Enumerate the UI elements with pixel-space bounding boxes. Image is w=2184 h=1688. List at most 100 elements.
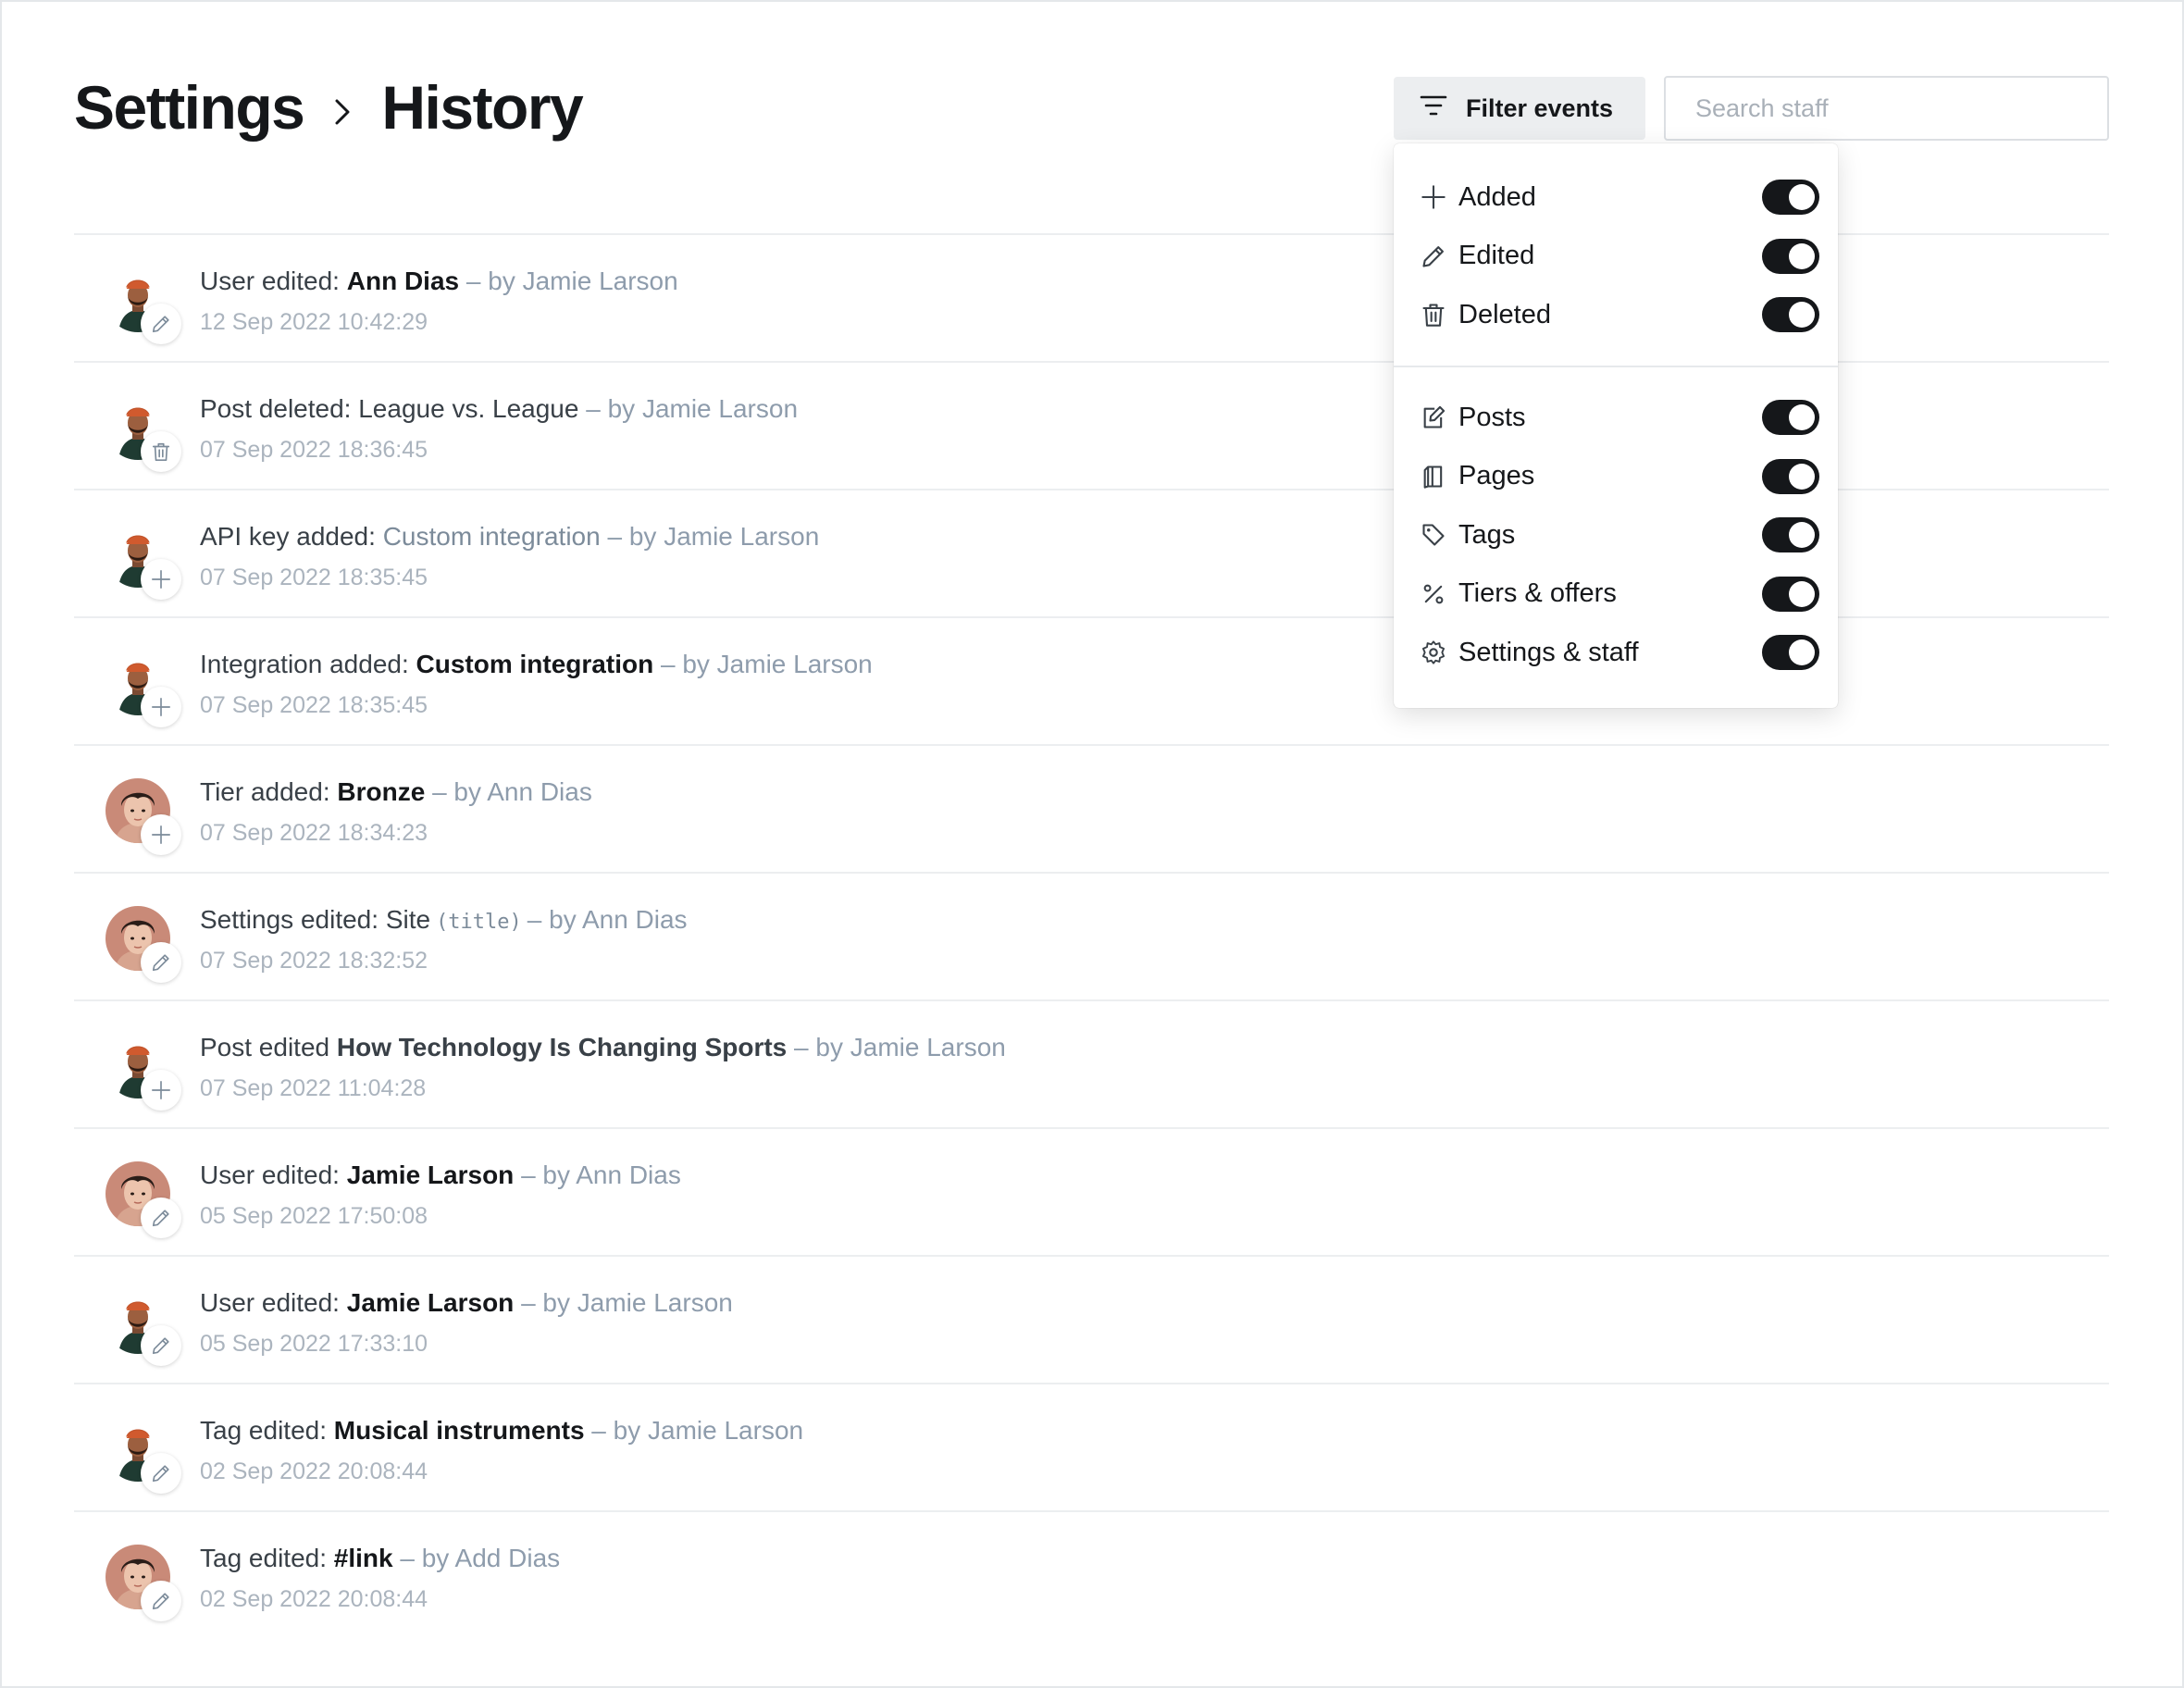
event-actor: – by Jamie Larson: [607, 522, 820, 551]
filter-toggle-posts[interactable]: [1762, 400, 1819, 435]
event-action: Post edited: [200, 1033, 337, 1061]
event-description: Post deleted: League vs. League – by Jam…: [200, 394, 798, 424]
filter-item-tiers-offers[interactable]: Tiers & offers: [1418, 568, 1819, 620]
event-action: API key added:: [200, 522, 383, 551]
event-actor: – by Jamie Larson: [660, 650, 873, 678]
event-timestamp: 07 Sep 2022 18:35:45: [200, 692, 428, 718]
event-actor: – by Jamie Larson: [521, 1288, 733, 1317]
event-actor: – by Ann Dias: [527, 905, 688, 934]
history-row: Tag edited: Musical instruments – by Jam…: [74, 1383, 2109, 1510]
event-timestamp: 02 Sep 2022 20:08:44: [200, 1458, 428, 1484]
pencil-icon: [141, 1581, 181, 1621]
event-actor: – by Ann Dias: [432, 777, 592, 806]
pencil-icon: [141, 942, 181, 983]
page-title: Settings History: [74, 68, 584, 146]
event-timestamp: 07 Sep 2022 18:36:45: [200, 437, 428, 463]
event-object: Site: [385, 905, 431, 934]
filter-icon: [1420, 94, 1447, 123]
plus-icon: [141, 687, 181, 727]
event-timestamp: 12 Sep 2022 10:42:29: [200, 309, 428, 335]
event-action: Settings edited:: [200, 905, 386, 934]
filter-item-edited[interactable]: Edited: [1418, 230, 1819, 282]
plus-icon: [141, 1070, 181, 1111]
breadcrumb-settings[interactable]: Settings: [74, 72, 305, 143]
event-description: Integration added: Custom integration – …: [200, 650, 873, 679]
history-row: Post edited How Technology Is Changing S…: [74, 999, 2109, 1127]
event-action: User edited:: [200, 267, 347, 295]
filter-item-label: Tiers & offers: [1458, 578, 1617, 609]
filter-toggle-added[interactable]: [1762, 180, 1819, 215]
history-row: User edited: Jamie Larson – by Jamie Lar…: [74, 1255, 2109, 1383]
event-description: User edited: Jamie Larson – by Jamie Lar…: [200, 1288, 733, 1318]
filter-item-pages[interactable]: Pages: [1418, 451, 1819, 503]
event-description: User edited: Jamie Larson – by Ann Dias: [200, 1160, 681, 1190]
event-timestamp: 07 Sep 2022 18:35:45: [200, 565, 428, 590]
history-row: Tag edited: #link – by Add Dias 02 Sep 20…: [74, 1510, 2109, 1638]
history-row: User edited: Jamie Larson – by Ann Dias 0…: [74, 1127, 2109, 1255]
filter-item-deleted[interactable]: Deleted: [1418, 289, 1819, 341]
event-object: League vs. League: [358, 394, 579, 423]
event-object[interactable]: Custom integration: [383, 522, 601, 551]
plus-icon: [1418, 181, 1449, 213]
dropdown-divider: [1394, 366, 1838, 367]
plus-icon: [141, 814, 181, 855]
event-object: How Technology Is Changing Sports: [336, 1033, 788, 1061]
filter-item-label: Added: [1458, 181, 1536, 212]
trash-icon: [141, 431, 181, 472]
event-action: Post deleted:: [200, 394, 359, 423]
filter-toggle-settings-staff[interactable]: [1762, 635, 1819, 671]
event-actor: – by Add Dias: [400, 1544, 561, 1572]
event-object: Ann Dias: [346, 267, 460, 295]
event-actor: – by Jamie Larson: [794, 1033, 1006, 1061]
filter-toggle-tags[interactable]: [1762, 517, 1819, 553]
tag-icon: [1418, 519, 1449, 551]
event-object: #link: [333, 1544, 393, 1572]
filter-events-dropdown: Added Edited Deleted Posts Pages Tags Tiers & …: [1394, 143, 1838, 708]
filter-toggle-tiers-offers[interactable]: [1762, 576, 1819, 612]
event-action: User edited:: [200, 1288, 347, 1317]
event-action: Tag edited:: [200, 1544, 334, 1572]
toggle-knob: [1789, 580, 1815, 607]
filter-item-label: Deleted: [1458, 299, 1551, 329]
event-object: Jamie Larson: [346, 1288, 515, 1317]
filter-item-added[interactable]: Added: [1418, 171, 1819, 223]
event-actor: – by Jamie Larson: [586, 394, 799, 423]
post-edit-icon: [1418, 402, 1449, 433]
event-action: Integration added:: [200, 650, 416, 678]
filter-events-button[interactable]: Filter events: [1394, 77, 1645, 140]
pencil-icon: [1418, 241, 1449, 272]
filter-item-label: Settings & staff: [1458, 637, 1639, 667]
filter-toggle-edited[interactable]: [1762, 238, 1819, 274]
filter-toggle-pages[interactable]: [1762, 458, 1819, 494]
event-object: Custom integration: [416, 650, 654, 678]
event-description: Post edited How Technology Is Changing S…: [200, 1033, 1006, 1062]
toggle-knob: [1789, 184, 1815, 210]
filter-item-label: Pages: [1458, 461, 1535, 491]
filter-events-label: Filter events: [1466, 93, 1614, 122]
event-description: User edited: Ann Dias – by Jamie Larson: [200, 267, 678, 296]
event-description: Tag edited: Musical instruments – by Jam…: [200, 1416, 803, 1446]
toggle-knob: [1789, 522, 1815, 549]
event-action: Tier added:: [200, 777, 338, 806]
toggle-knob: [1789, 302, 1815, 329]
event-timestamp: 05 Sep 2022 17:50:08: [200, 1203, 428, 1229]
gear-icon: [1418, 637, 1449, 668]
search-staff-input[interactable]: [1664, 76, 2109, 141]
filter-item-settings-staff[interactable]: Settings & staff: [1418, 627, 1819, 678]
filter-item-tags[interactable]: Tags: [1418, 509, 1819, 561]
filter-item-posts[interactable]: Posts: [1418, 391, 1819, 443]
pencil-icon: [141, 1325, 181, 1366]
history-row: Tier added: Bronze – by Ann Dias 07 Sep 2…: [74, 744, 2109, 872]
event-timestamp: 02 Sep 2022 20:08:44: [200, 1586, 428, 1612]
history-row: Settings edited: Site (title) – by Ann Dia…: [74, 872, 2109, 999]
filter-item-label: Posts: [1458, 402, 1526, 432]
trash-icon: [1418, 299, 1449, 330]
event-description: Tag edited: #link – by Add Dias: [200, 1544, 560, 1573]
filter-toggle-deleted[interactable]: [1762, 297, 1819, 333]
plus-icon: [141, 559, 181, 600]
toggle-knob: [1789, 404, 1815, 430]
event-timestamp: 07 Sep 2022 11:04:28: [200, 1075, 427, 1101]
toggle-knob: [1789, 242, 1815, 269]
toggle-knob: [1789, 463, 1815, 490]
event-timestamp: 07 Sep 2022 18:32:52: [200, 948, 428, 974]
